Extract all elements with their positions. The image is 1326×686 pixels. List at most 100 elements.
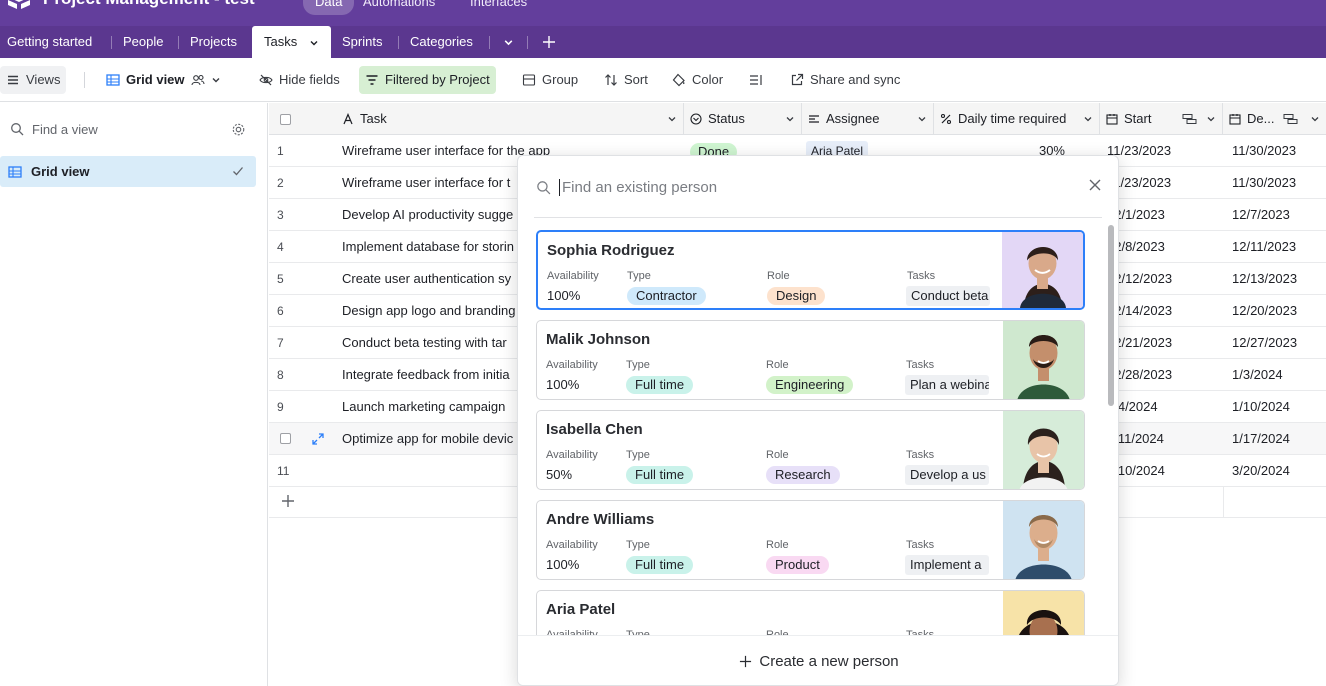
search-icon [11, 123, 24, 136]
due-date-cell[interactable]: 1/17/2024 [1232, 423, 1290, 455]
column-header-assignee[interactable]: Assignee [802, 103, 934, 135]
hamburger-menu-icon [8, 75, 18, 85]
tab-divider [398, 36, 399, 49]
due-date-cell[interactable]: 1/10/2024 [1232, 391, 1290, 423]
search-icon [537, 180, 551, 194]
top-tab-data[interactable]: Data [303, 0, 355, 15]
column-label-task: Task [360, 111, 387, 126]
task-chip: Develop a us [905, 465, 989, 485]
due-date-cell[interactable]: 12/11/2023 [1232, 231, 1296, 263]
column-header-status[interactable]: Status [684, 103, 802, 135]
views-button[interactable]: Views [0, 66, 67, 94]
chevron-down-icon[interactable] [1083, 114, 1093, 124]
tasks-label: Tasks [907, 270, 936, 282]
due-date-cell[interactable]: 11/30/2023 [1232, 135, 1296, 167]
due-date-cell[interactable]: 12/7/2023 [1232, 199, 1290, 231]
table-tab-getting-started[interactable]: Getting started [7, 26, 92, 58]
person-photo [1003, 591, 1084, 635]
type-label: Type [626, 359, 650, 371]
due-date-cell[interactable]: 11/30/2023 [1232, 167, 1296, 199]
base-name[interactable]: Project Management - test [43, 0, 255, 9]
role-label: Role [766, 539, 789, 551]
due-date-cell[interactable]: 12/20/2023 [1232, 295, 1297, 327]
color-button[interactable]: Color [666, 66, 729, 94]
column-label-assignee: Assignee [826, 111, 880, 126]
column-header-due[interactable]: De... [1223, 103, 1326, 135]
row-number: 5 [277, 272, 284, 286]
table-tab-categories[interactable]: Categories [410, 26, 473, 58]
chevron-down-icon[interactable] [1206, 114, 1216, 124]
availability-value: 100% [547, 288, 581, 303]
chevron-down-icon[interactable] [1310, 114, 1320, 124]
find-a-view-placeholder: Find a view [32, 121, 98, 137]
find-a-view[interactable]: Find a view [10, 115, 260, 143]
column-header-start[interactable]: Start [1100, 103, 1223, 135]
share-and-sync-label: Share and sync [810, 72, 901, 87]
close-icon[interactable] [1088, 178, 1102, 192]
scrollbar[interactable] [1108, 225, 1114, 406]
type-label: Type [626, 449, 650, 461]
row-number: 2 [277, 176, 284, 190]
row-number: 1 [277, 144, 284, 158]
type-label: Type [627, 270, 651, 282]
top-tab-interfaces[interactable]: Interfaces [458, 0, 539, 15]
person-card[interactable]: Aria Patel Availability Type Role Tasks [536, 590, 1085, 635]
single-select-icon [690, 113, 702, 125]
chevron-down-icon [212, 78, 220, 83]
plus-icon[interactable] [281, 494, 295, 508]
tasks-label: Tasks [906, 539, 935, 551]
top-tab-automations[interactable]: Automations [351, 0, 447, 15]
due-date-cell[interactable]: 12/27/2023 [1232, 327, 1297, 359]
person-card[interactable]: Andre Williams Availability Type Role Ta… [536, 500, 1085, 580]
sort-button[interactable]: Sort [598, 66, 654, 94]
row-number: 3 [277, 208, 284, 222]
person-card[interactable]: Sophia Rodriguez Availability Type Role … [536, 230, 1085, 310]
availability-value: 100% [546, 377, 580, 392]
table-tab-tasks[interactable]: Tasks [252, 26, 331, 59]
gear-icon[interactable] [231, 122, 246, 137]
views-label: Views [26, 72, 61, 87]
add-table-plus-icon[interactable] [542, 35, 556, 49]
share-and-sync-button[interactable]: Share and sync [784, 66, 906, 94]
person-name: Aria Patel [546, 601, 616, 618]
collaborators-icon [190, 74, 205, 86]
group-label: Group [542, 72, 579, 87]
create-new-person-button[interactable]: Create a new person [518, 635, 1118, 685]
chevron-down-icon[interactable] [917, 114, 927, 124]
table-tab-people[interactable]: People [123, 26, 163, 58]
table-tab-projects[interactable]: Projects [190, 26, 237, 58]
row-number: 7 [277, 336, 284, 350]
row-height-button[interactable] [743, 66, 769, 94]
views-sidebar: Find a view Grid view [0, 103, 268, 686]
due-date-cell[interactable]: 3/20/2024 [1232, 455, 1290, 487]
view-toolbar: Views Grid view Hide fields Filtered by … [0, 58, 1326, 102]
grid-view-switcher[interactable]: Grid view [100, 66, 227, 94]
filter-button[interactable]: Filtered by Project [359, 66, 496, 94]
grid-view-icon [8, 165, 22, 178]
person-card[interactable]: Malik Johnson Availability Type Role Tas… [536, 320, 1085, 400]
row-height-icon [750, 75, 762, 85]
sort-label: Sort [624, 72, 648, 87]
due-date-cell[interactable]: 12/13/2023 [1232, 263, 1297, 295]
dependency-icon [1283, 114, 1298, 124]
person-search-input[interactable] [559, 178, 1059, 196]
expand-record-icon[interactable] [312, 433, 324, 445]
chevron-down-icon[interactable] [667, 114, 677, 124]
type-badge: Full time [626, 376, 694, 394]
chevron-down-icon[interactable] [309, 38, 319, 48]
hide-fields-button[interactable]: Hide fields [253, 66, 346, 94]
filter-icon [366, 75, 378, 85]
sidebar-view-grid[interactable]: Grid view [0, 156, 256, 187]
select-all-checkbox[interactable] [280, 113, 291, 125]
row-checkbox[interactable] [280, 433, 291, 444]
due-date-cell[interactable]: 1/3/2024 [1232, 359, 1283, 391]
more-tables-chevron-icon[interactable] [503, 37, 514, 48]
column-header-task[interactable]: Task [336, 103, 684, 135]
grid-header: Task Status Assignee Daily time required… [269, 103, 1326, 135]
person-card[interactable]: Isabella Chen Availability Type Role Tas… [536, 410, 1085, 490]
chevron-down-icon[interactable] [785, 114, 795, 124]
table-tab-sprints[interactable]: Sprints [342, 26, 382, 58]
column-header-daily-time[interactable]: Daily time required [934, 103, 1100, 135]
row-number: 11 [277, 464, 290, 478]
group-button[interactable]: Group [516, 66, 584, 94]
